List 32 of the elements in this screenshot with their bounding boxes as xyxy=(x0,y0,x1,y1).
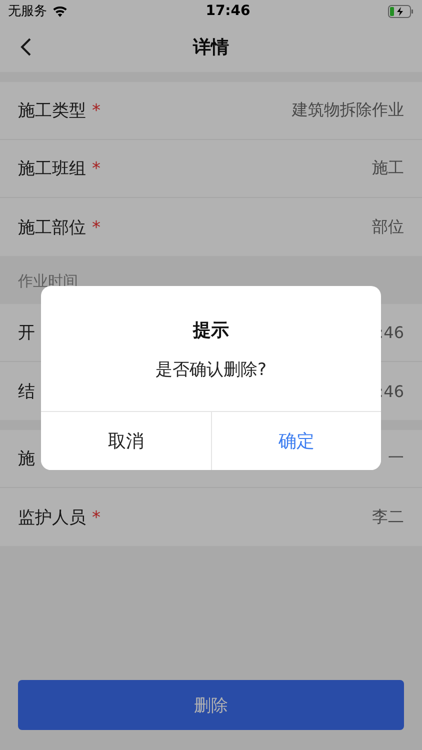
field-value: :46 xyxy=(378,323,404,342)
back-icon[interactable] xyxy=(20,37,32,57)
required-mark: * xyxy=(92,218,100,238)
field-value: :46 xyxy=(378,382,404,400)
field-label: 施 xyxy=(18,449,35,469)
required-mark: * xyxy=(92,101,100,121)
form-row[interactable]: 监护人员 * 李二 xyxy=(0,488,422,546)
field-label: 施工类型 xyxy=(18,101,86,121)
field-label: 开 xyxy=(18,323,35,343)
confirm-button[interactable]: 确定 xyxy=(210,412,381,470)
field-value: 部位 xyxy=(372,216,404,238)
field-value: 施工 xyxy=(372,158,404,179)
carrier-text: 无服务 xyxy=(8,3,47,20)
field-label: 结 xyxy=(18,382,35,402)
required-mark: * xyxy=(92,159,100,179)
field-label: 施工班组 xyxy=(18,159,86,179)
field-label: 施工部位 xyxy=(18,218,86,238)
field-value: 李二 xyxy=(372,506,404,528)
form-row[interactable]: 施工类型 * 建筑物拆除作业 xyxy=(0,82,422,140)
dialog-title: 提示 xyxy=(193,319,229,342)
field-value: 一 xyxy=(388,448,404,469)
field-value: 建筑物拆除作业 xyxy=(292,100,404,121)
delete-button[interactable]: 删除 xyxy=(18,680,404,730)
form-row[interactable]: 施工班组 * 施工 xyxy=(0,140,422,198)
form-row[interactable]: 施工部位 * 部位 xyxy=(0,198,422,256)
status-time: 17:46 xyxy=(206,3,250,19)
battery-icon xyxy=(388,4,414,18)
page-title: 详情 xyxy=(193,36,229,59)
wifi-icon xyxy=(52,5,68,17)
required-mark: * xyxy=(92,508,100,528)
dialog-message: 是否确认删除? xyxy=(155,359,267,381)
field-label: 监护人员 xyxy=(18,508,86,528)
